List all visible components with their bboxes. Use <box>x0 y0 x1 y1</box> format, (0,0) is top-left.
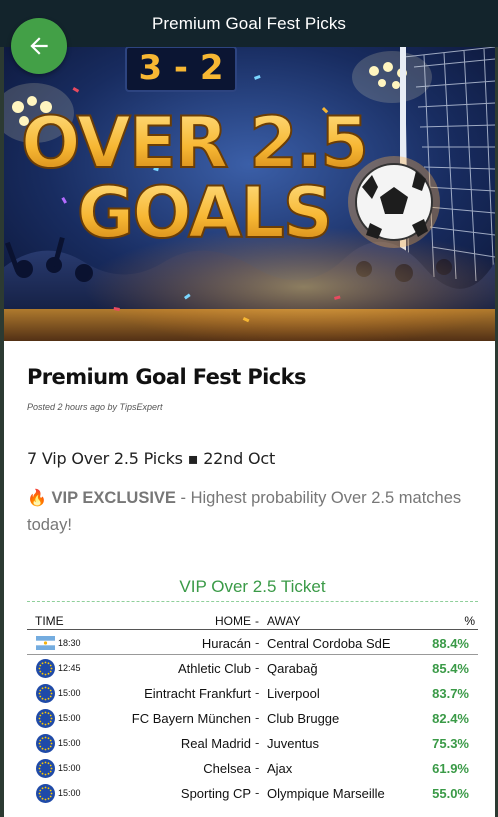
post-meta: Posted 2 hours ago by TipsExpert <box>27 402 163 412</box>
table-row[interactable]: 15:00 Real Madrid - Juventus 75.3% <box>27 730 478 755</box>
away-team: Juventus <box>267 736 320 751</box>
table-row[interactable]: 15:00 Chelsea - Ajax 61.9% <box>27 755 478 780</box>
home-team: Eintracht Frankfurt <box>144 686 251 701</box>
away-team: Ajax <box>267 761 293 776</box>
probability-percent: 55.0% <box>432 786 469 801</box>
probability-percent: 88.4% <box>432 636 469 651</box>
ticket-title: VIP Over 2.5 Ticket <box>27 577 478 602</box>
top-app-bar: Premium Goal Fest Picks <box>0 0 498 47</box>
table-row[interactable]: 12:45 Athletic Club - Qarabağ 85.4% <box>27 655 478 680</box>
eu-flag-icon <box>36 709 55 728</box>
arrow-left-icon <box>30 37 48 55</box>
match-time: 15:00 <box>58 763 81 773</box>
header-percent: % <box>464 614 475 628</box>
probability-percent: 75.3% <box>432 736 469 751</box>
match-time: 15:00 <box>58 688 81 698</box>
header-away: AWAY <box>267 614 301 628</box>
probability-percent: 85.4% <box>432 661 469 676</box>
back-button[interactable] <box>11 18 67 74</box>
probability-percent: 83.7% <box>432 686 469 701</box>
home-team: Chelsea <box>203 761 251 776</box>
match-time: 15:00 <box>58 738 81 748</box>
eu-flag-icon <box>36 659 55 678</box>
team-separator: - <box>255 635 260 650</box>
fire-icon: 🔥 <box>27 490 47 507</box>
eu-flag-icon <box>36 784 55 803</box>
home-team: Real Madrid <box>180 736 251 751</box>
probability-percent: 82.4% <box>432 711 469 726</box>
team-separator: - <box>255 760 260 775</box>
picks-table: TIME HOME - AWAY % 18:30 Huracán - Central … <box>27 611 478 805</box>
away-team: Liverpool <box>267 686 320 701</box>
team-separator: - <box>255 710 260 725</box>
table-row[interactable]: 18:30 Huracán - Central Cordoba SdE 88.4% <box>27 630 478 655</box>
post-content: Premium Goal Fest Picks Posted 2 hours a… <box>4 341 495 817</box>
team-separator: - <box>255 735 260 750</box>
soccer-ball-icon <box>348 156 440 248</box>
away-team: Qarabağ <box>267 661 318 676</box>
away-team: Club Brugge <box>267 711 340 726</box>
eu-flag-icon <box>36 759 55 778</box>
argentina-flag-icon <box>36 636 55 650</box>
team-separator: - <box>255 660 260 675</box>
header-separator: - <box>255 614 259 628</box>
header-home: HOME <box>215 614 251 628</box>
scoreboard-text: 3 - 2 <box>138 48 223 88</box>
match-time: 15:00 <box>58 788 81 798</box>
table-row[interactable]: 15:00 Sporting CP - Olympique Marseille 55.0… <box>27 780 478 805</box>
team-separator: - <box>255 785 260 800</box>
post-title: Premium Goal Fest Picks <box>27 365 306 389</box>
home-team: Sporting CP <box>180 786 251 801</box>
home-team: FC Bayern München <box>131 711 251 726</box>
header-time: TIME <box>35 614 64 628</box>
home-team: Huracán <box>201 636 251 651</box>
match-time: 15:00 <box>58 713 81 723</box>
vip-description: 🔥 VIP EXCLUSIVE - Highest probability Ov… <box>27 485 487 539</box>
picks-subheading: 7 Vip Over 2.5 Picks ▪ 22nd Oct <box>27 449 276 468</box>
table-row[interactable]: 15:00 FC Bayern München - Club Brugge 82.4% <box>27 705 478 730</box>
table-row[interactable]: 15:00 Eintracht Frankfurt - Liverpool 83.7% <box>27 680 478 705</box>
match-time: 18:30 <box>58 638 81 648</box>
table-header: TIME HOME - AWAY % <box>27 611 478 630</box>
hero-headline-line2: GOALS <box>77 172 331 254</box>
page-title: Premium Goal Fest Picks <box>151 13 347 33</box>
probability-percent: 61.9% <box>432 761 469 776</box>
home-team: Athletic Club <box>178 661 251 676</box>
vip-label: VIP EXCLUSIVE <box>51 489 176 507</box>
team-separator: - <box>255 685 260 700</box>
away-team: Central Cordoba SdE <box>267 636 391 651</box>
eu-flag-icon <box>36 734 55 753</box>
away-team: Olympique Marseille <box>267 786 385 801</box>
match-time: 12:45 <box>58 663 81 673</box>
eu-flag-icon <box>36 684 55 703</box>
hero-image: 3 - 2 OVER 2.5 GOALS <box>4 47 495 341</box>
